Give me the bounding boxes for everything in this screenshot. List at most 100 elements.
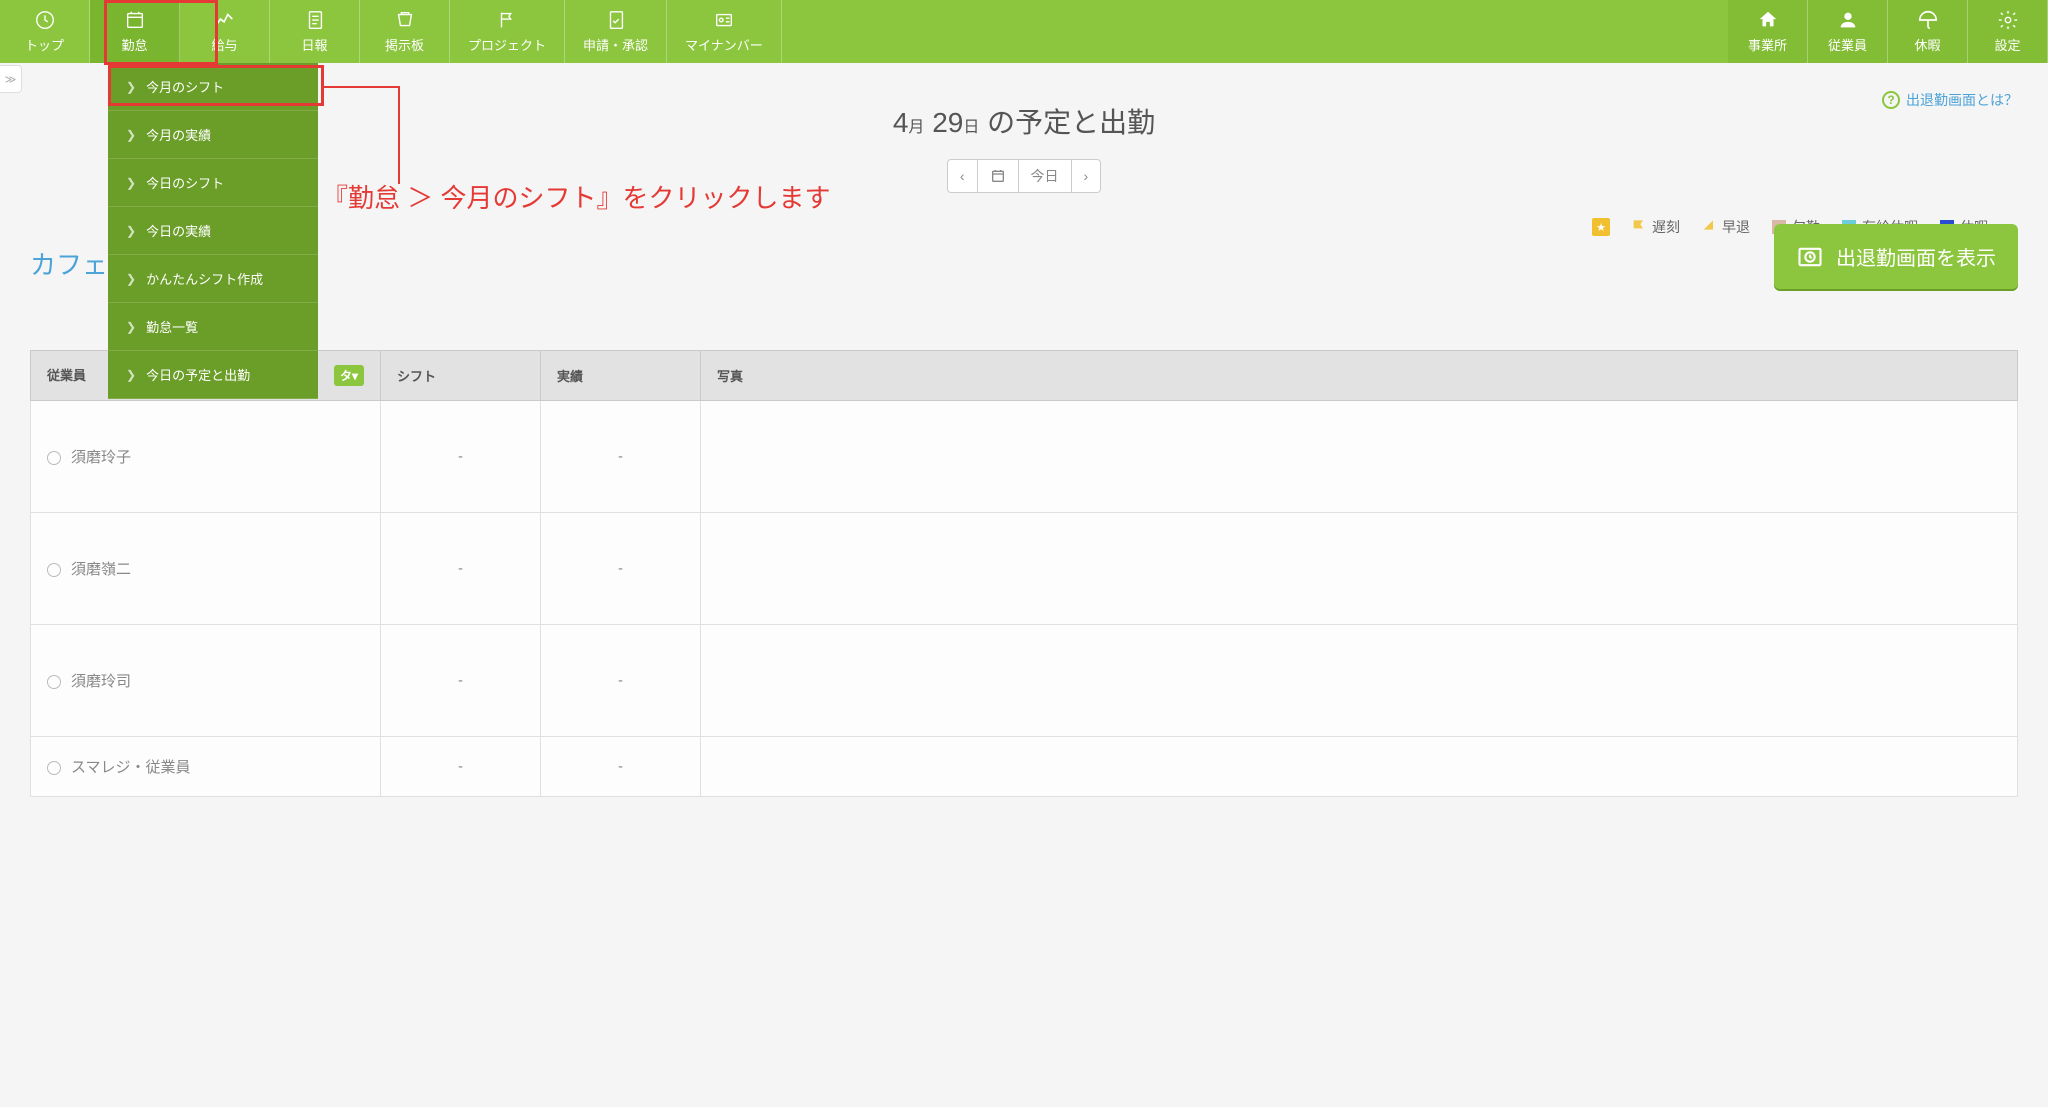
flag-icon xyxy=(1632,219,1646,235)
annotation-line xyxy=(324,86,400,88)
nav-top[interactable]: トップ xyxy=(0,0,90,63)
nav-daily-report[interactable]: 日報 xyxy=(270,0,360,63)
nav-settings[interactable]: 設定 xyxy=(1968,0,2048,63)
dropdown-label: 今月のシフト xyxy=(146,77,224,96)
dropdown-this-month-shift[interactable]: ❯今月のシフト xyxy=(108,63,318,111)
calendar-button[interactable] xyxy=(978,159,1019,193)
sidebar-collapse-button[interactable]: ≫ xyxy=(0,65,22,93)
next-date-button[interactable]: › xyxy=(1072,159,1102,193)
cell-shift: - xyxy=(381,737,541,797)
caret-down-icon: ▾ xyxy=(352,369,358,383)
dropdown-label: 勤怠一覧 xyxy=(146,317,198,336)
nav-project[interactable]: プロジェクト xyxy=(450,0,565,63)
nav-approval[interactable]: 申請・承認 xyxy=(565,0,667,63)
clock-icon xyxy=(34,9,56,31)
home-icon xyxy=(1757,9,1779,31)
nav-office[interactable]: 事業所 xyxy=(1728,0,1808,63)
triangle-icon xyxy=(1702,219,1716,235)
legend-late: 遅刻 xyxy=(1632,217,1680,237)
dropdown-label: 今日のシフト xyxy=(146,173,224,192)
chevron-right-icon: › xyxy=(1084,168,1089,184)
employee-name: 須磨玲子 xyxy=(71,449,131,466)
employee-name: スマレジ・従業員 xyxy=(71,759,191,776)
chevron-right-icon: ❯ xyxy=(126,368,136,382)
table-row: スマレジ・従業員 - - xyxy=(31,737,2018,797)
chart-icon xyxy=(214,9,236,31)
flag-icon xyxy=(496,9,518,31)
legend-label: 早退 xyxy=(1722,217,1750,237)
shop-title: カフェ xyxy=(30,245,2018,282)
nav-label: 申請・承認 xyxy=(583,35,648,54)
filter-dropdown[interactable]: タ ▾ xyxy=(334,365,364,386)
nav-label: 休暇 xyxy=(1914,35,1940,54)
prev-date-button[interactable]: ‹ xyxy=(947,159,978,193)
person-icon xyxy=(1837,9,1859,31)
cell-photo xyxy=(701,513,2018,625)
cell-actual: - xyxy=(541,401,701,513)
nav-label: 従業員 xyxy=(1828,35,1867,54)
radio-icon xyxy=(47,451,61,465)
cell-employee[interactable]: 須磨玲子 xyxy=(31,401,381,513)
nav-employee[interactable]: 従業員 xyxy=(1808,0,1888,63)
chevron-left-icon: ‹ xyxy=(960,168,965,184)
show-clock-screen-button[interactable]: 出退勤画面を表示 xyxy=(1774,224,2018,289)
dropdown-today-actual[interactable]: ❯ 今日の実績 xyxy=(108,207,318,255)
title-day: 29 xyxy=(932,107,963,138)
gear-icon xyxy=(1997,9,2019,31)
nav-vacation[interactable]: 休暇 xyxy=(1888,0,1968,63)
cell-shift: - xyxy=(381,401,541,513)
umbrella-icon xyxy=(1917,9,1939,31)
chevron-right-icon: ≫ xyxy=(5,73,17,86)
th-label: 写真 xyxy=(717,369,743,384)
dropdown-label: 今日の予定と出勤 xyxy=(146,365,250,384)
title-day-suffix: 日 xyxy=(963,119,979,136)
radio-icon xyxy=(47,761,61,775)
cell-shift: - xyxy=(381,625,541,737)
instruction-text: 『勤怠 ＞ 今月のシフト』をクリックします xyxy=(322,178,830,215)
nav-mynumber[interactable]: マイナンバー xyxy=(667,0,782,63)
cell-employee[interactable]: スマレジ・従業員 xyxy=(31,737,381,797)
calendar-icon xyxy=(990,168,1006,184)
cell-employee[interactable]: 須磨嶺二 xyxy=(31,513,381,625)
dropdown-this-month-actual[interactable]: ❯今月の実績 xyxy=(108,111,318,159)
today-button[interactable]: 今日 xyxy=(1019,159,1072,193)
title-month-suffix: 月 xyxy=(908,119,924,136)
nav-label: 勤怠 xyxy=(121,35,147,54)
chevron-right-icon: ❯ xyxy=(126,224,136,238)
dropdown-today-schedule[interactable]: ❯ 今日の予定と出勤 xyxy=(108,351,318,399)
dropdown-attendance-list[interactable]: ❯勤怠一覧 xyxy=(108,303,318,351)
id-icon xyxy=(713,9,735,31)
legend: ★ 遅刻 早退 欠勤 有給休暇 休暇 xyxy=(30,217,1988,237)
attendance-dropdown: ❯今月のシフト ❯今月の実績 ❯今日のシフト ❯今日の実績 ❯かんたんシフト作成… xyxy=(108,63,318,399)
title-month: 4 xyxy=(893,107,909,138)
nav-label: 掲示板 xyxy=(385,35,424,54)
chevron-right-icon: ❯ xyxy=(126,272,136,286)
legend-label: 遅刻 xyxy=(1652,217,1680,237)
dropdown-today-shift[interactable]: ❯今日のシフト xyxy=(108,159,318,207)
cell-employee[interactable]: 須磨玲司 xyxy=(31,625,381,737)
dropdown-label: 今月の実績 xyxy=(146,125,211,144)
cell-actual: - xyxy=(541,737,701,797)
nav-salary[interactable]: 給与 xyxy=(180,0,270,63)
nav-label: 日報 xyxy=(301,35,327,54)
radio-icon xyxy=(47,675,61,689)
table-row: 須磨嶺二 - - xyxy=(31,513,2018,625)
filter-label: タ xyxy=(340,367,352,384)
nav-label: トップ xyxy=(25,35,64,54)
dropdown-easy-shift[interactable]: ❯ かんたんシフト作成 xyxy=(108,255,318,303)
nav-board[interactable]: 掲示板 xyxy=(360,0,450,63)
th-label: 実績 xyxy=(557,369,583,384)
dropdown-label: かんたんシフト作成 xyxy=(146,269,263,288)
legend-star: ★ xyxy=(1592,218,1610,236)
dropdown-label: 今日の実績 xyxy=(146,221,211,240)
legend-early: 早退 xyxy=(1702,217,1750,237)
th-shift: シフト xyxy=(381,351,541,401)
cell-photo xyxy=(701,737,2018,797)
cell-photo xyxy=(701,625,2018,737)
cell-photo xyxy=(701,401,2018,513)
th-label: シフト xyxy=(397,369,436,384)
page-title: 4月 29日 の予定と出勤 xyxy=(30,101,2018,141)
employee-name: 須磨玲司 xyxy=(71,673,131,690)
cell-shift: - xyxy=(381,513,541,625)
nav-attendance[interactable]: 勤怠 xyxy=(90,0,180,63)
